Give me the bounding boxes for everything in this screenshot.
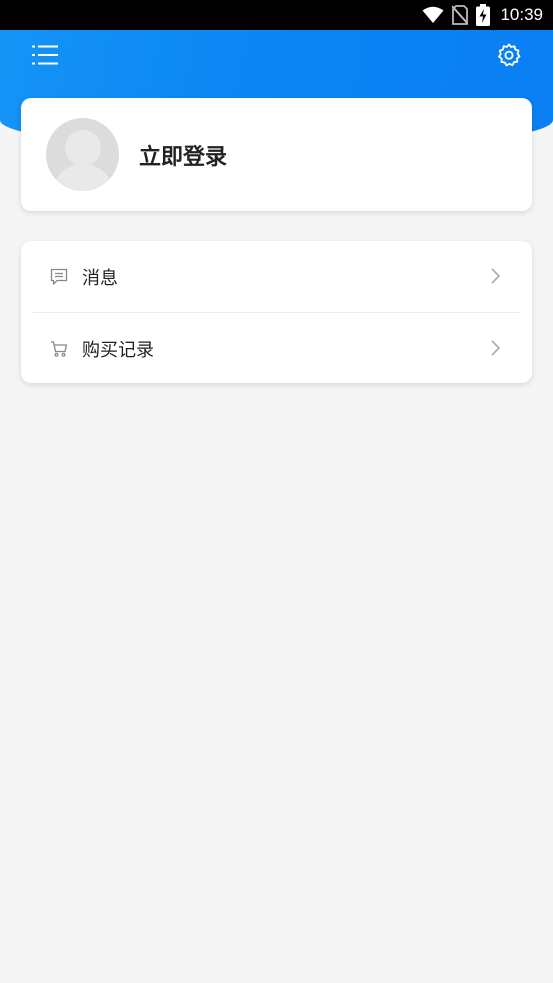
- login-label[interactable]: 立即登录: [139, 139, 227, 171]
- gear-icon: [497, 43, 521, 71]
- screen: 10:39 立即登录 消息 购买记录: [0, 0, 553, 983]
- status-bar: 10:39: [0, 0, 553, 30]
- message-icon: [50, 268, 68, 286]
- chevron-right-icon: [489, 339, 501, 357]
- battery-charging-icon: [476, 4, 491, 26]
- no-sim-icon: [452, 5, 469, 25]
- status-time: 10:39: [500, 5, 543, 24]
- wifi-icon: [422, 6, 444, 24]
- chevron-right-icon: [489, 267, 501, 285]
- profile-card[interactable]: 立即登录: [21, 98, 532, 211]
- menu-item-messages[interactable]: 消息: [21, 241, 532, 312]
- menu-item-purchase-history[interactable]: 购买记录: [21, 313, 532, 384]
- settings-button[interactable]: [496, 43, 522, 71]
- cart-icon: [50, 340, 68, 358]
- list-icon: [31, 44, 59, 70]
- default-avatar-icon: [46, 118, 119, 191]
- menu-item-label: 购买记录: [82, 339, 154, 361]
- menu-button[interactable]: [30, 44, 60, 70]
- menu-card: 消息 购买记录: [21, 241, 532, 383]
- menu-item-label: 消息: [82, 267, 118, 289]
